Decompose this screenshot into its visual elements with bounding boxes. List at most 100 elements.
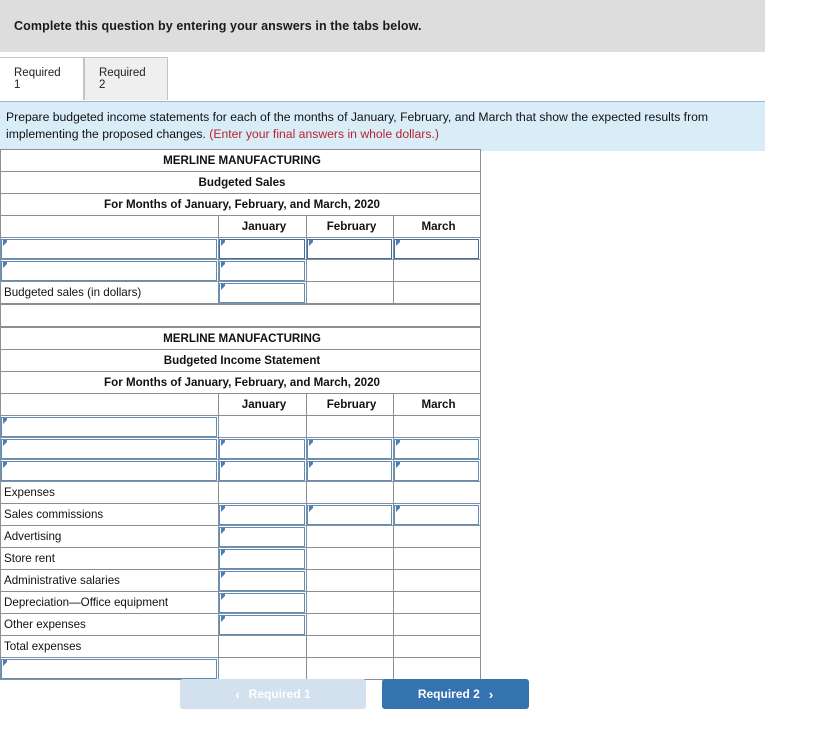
amount-cell	[392, 281, 482, 304]
table-row: Administrative salaries	[0, 569, 482, 592]
amount-input-cell[interactable]	[306, 503, 394, 526]
amount-input-cell[interactable]	[218, 459, 307, 482]
row-label-select[interactable]	[0, 237, 219, 260]
amount-input-cell[interactable]	[218, 259, 307, 282]
amount-input[interactable]	[307, 505, 392, 525]
spacer-cell	[0, 304, 481, 327]
amount-cell	[218, 415, 307, 438]
amount-input-cell[interactable]	[218, 281, 307, 304]
prev-required-1-button[interactable]: ‹ Required 1	[180, 679, 366, 709]
amount-cell	[392, 547, 482, 570]
amount-cell	[306, 259, 394, 282]
amount-input[interactable]	[394, 439, 480, 459]
row-label: Total expenses	[0, 635, 219, 658]
row-label: Advertising	[0, 525, 219, 548]
tab-required-1[interactable]: Required 1	[0, 57, 84, 100]
row-label-dropdown[interactable]	[1, 659, 217, 679]
amount-cell	[306, 547, 394, 570]
row-label: Other expenses	[0, 613, 219, 636]
amount-input[interactable]	[219, 593, 305, 613]
amount-input[interactable]	[219, 283, 305, 303]
next-required-2-label: Required 2	[417, 687, 480, 701]
amount-input[interactable]	[394, 461, 480, 481]
amount-input-cell[interactable]	[392, 237, 482, 260]
table-title-row: For Months of January, February, and Mar…	[0, 193, 482, 216]
amount-cell	[306, 525, 394, 548]
amount-cell	[218, 635, 307, 658]
row-label-select[interactable]	[0, 415, 219, 438]
next-required-2-button[interactable]: Required 2 ›	[382, 679, 529, 709]
column-header-january: January	[218, 393, 307, 416]
amount-cell	[218, 657, 307, 680]
amount-cell	[306, 613, 394, 636]
table-row: Budgeted sales (in dollars)	[0, 281, 482, 304]
amount-input-cell[interactable]	[218, 613, 307, 636]
row-label-dropdown[interactable]	[1, 439, 217, 459]
amount-cell	[306, 281, 394, 304]
chevron-left-icon: ‹	[235, 686, 240, 702]
row-label: Budgeted sales (in dollars)	[0, 281, 219, 304]
amount-input-cell[interactable]	[218, 547, 307, 570]
amount-cell	[392, 657, 482, 680]
amount-input-cell[interactable]	[306, 459, 394, 482]
row-label-dropdown[interactable]	[1, 417, 217, 437]
amount-cell	[306, 481, 394, 504]
amount-input[interactable]	[219, 527, 305, 547]
amount-input-cell[interactable]	[392, 459, 482, 482]
amount-cell	[392, 569, 482, 592]
amount-input[interactable]	[394, 505, 480, 525]
table-row	[0, 657, 482, 680]
amount-input-cell[interactable]	[392, 437, 482, 460]
amount-input[interactable]	[307, 461, 392, 481]
amount-input[interactable]	[219, 461, 305, 481]
amount-input-cell[interactable]	[218, 237, 307, 260]
table-row: Store rent	[0, 547, 482, 570]
tab-required-1-label: Required 1	[14, 67, 61, 91]
tab-required-2[interactable]: Required 2	[84, 57, 168, 100]
row-label-dropdown[interactable]	[1, 261, 217, 281]
amount-cell	[392, 481, 482, 504]
amount-input-cell[interactable]	[306, 437, 394, 460]
amount-input[interactable]	[219, 239, 305, 259]
table-title-line: MERLINE MANUFACTURING	[0, 149, 482, 172]
question-instruction-text: Complete this question by entering your …	[14, 19, 422, 33]
amount-input-cell[interactable]	[218, 569, 307, 592]
table-row	[0, 415, 482, 438]
amount-input[interactable]	[219, 571, 305, 591]
amount-input[interactable]	[219, 261, 305, 281]
amount-input-cell[interactable]	[218, 591, 307, 614]
amount-input-cell[interactable]	[218, 437, 307, 460]
row-label-dropdown[interactable]	[1, 461, 217, 481]
table-title-line: Budgeted Sales	[0, 171, 482, 194]
row-label-select[interactable]	[0, 657, 219, 680]
amount-input-cell[interactable]	[392, 503, 482, 526]
row-label-select[interactable]	[0, 259, 219, 282]
table-title-line: For Months of January, February, and Mar…	[0, 371, 482, 394]
amount-input-cell[interactable]	[218, 525, 307, 548]
amount-input[interactable]	[394, 239, 480, 259]
amount-cell	[392, 635, 482, 658]
amount-input[interactable]	[219, 439, 305, 459]
amount-input-cell[interactable]	[218, 503, 307, 526]
amount-input[interactable]	[307, 439, 392, 459]
row-label-select[interactable]	[0, 437, 219, 460]
amount-input-cell[interactable]	[306, 237, 394, 260]
amount-input[interactable]	[219, 549, 305, 569]
row-label-select[interactable]	[0, 459, 219, 482]
amount-cell	[306, 569, 394, 592]
amount-input[interactable]	[307, 239, 392, 259]
amount-input[interactable]	[219, 505, 305, 525]
table-row: Expenses	[0, 481, 482, 504]
table-row: Other expenses	[0, 613, 482, 636]
worksheet-nav-buttons: ‹ Required 1 Required 2 ›	[0, 679, 813, 711]
table-row	[0, 459, 482, 482]
table-row: Advertising	[0, 525, 482, 548]
task-instruction-banner: Prepare budgeted income statements for e…	[0, 101, 765, 151]
amount-input[interactable]	[219, 615, 305, 635]
row-label-dropdown[interactable]	[1, 239, 217, 259]
column-header-february: February	[306, 215, 394, 238]
amount-cell	[392, 525, 482, 548]
spacer-row	[0, 304, 481, 327]
table-title-row: MERLINE MANUFACTURING	[0, 149, 482, 172]
table-row	[0, 237, 482, 260]
